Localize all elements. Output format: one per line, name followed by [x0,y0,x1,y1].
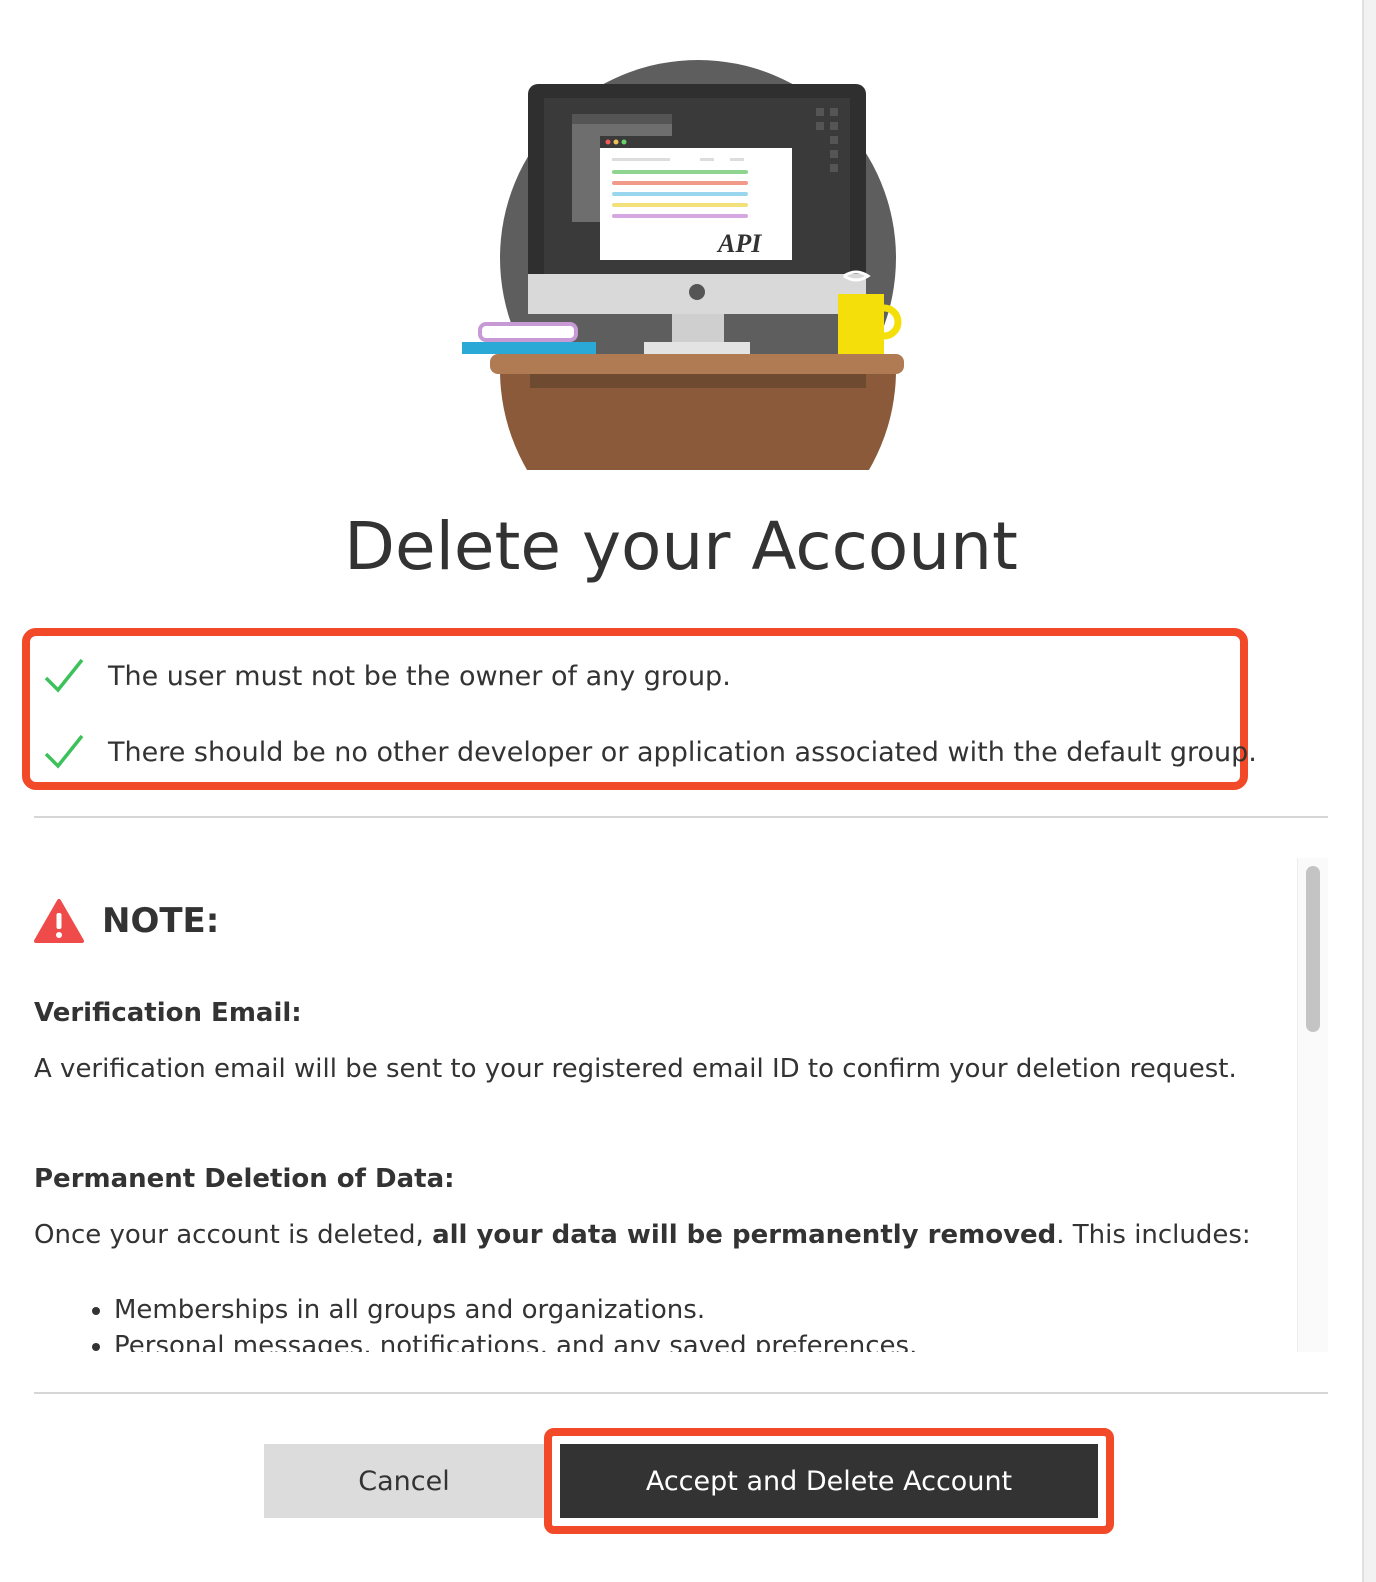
deletion-text-start: Once your account is deleted, [34,1220,433,1250]
page-title: Delete your Account [344,508,1018,585]
divider [34,816,1328,818]
note-label: NOTE: [102,901,220,941]
deletion-text-end: . This includes: [1056,1220,1251,1250]
api-label: API [716,229,762,258]
requirement-item: The user must not be the owner of any gr… [42,656,731,696]
scrollbar[interactable] [1297,858,1328,1352]
delete-account-dialog: API Delete your Account The user must no… [0,0,1364,1582]
accept-delete-account-button[interactable]: Accept and Delete Account [560,1444,1098,1518]
list-item: Personal messages, notifications, and an… [114,1328,917,1352]
permanent-deletion-text: Once your account is deleted, all your d… [34,1220,1251,1250]
requirements-highlight-box: The user must not be the owner of any gr… [22,628,1257,790]
permanent-deletion-title: Permanent Deletion of Data: [34,1164,455,1194]
verification-email-text: A verification email will be sent to you… [34,1054,1237,1084]
list-item: Memberships in all groups and organizati… [114,1292,917,1328]
deletion-bullet-list: Memberships in all groups and organizati… [34,1292,917,1352]
scrollbar-thumb[interactable] [1306,866,1320,1032]
requirement-text: There should be no other developer or ap… [108,736,1257,768]
api-desk-illustration-icon: API [462,60,904,470]
warning-icon [34,899,84,943]
verification-email-title: Verification Email: [34,998,302,1028]
deletion-text-emphasis: all your data will be permanently remove… [432,1220,1057,1250]
requirement-text: The user must not be the owner of any gr… [108,660,731,692]
cancel-button[interactable]: Cancel [264,1444,544,1518]
note-scroll-area[interactable]: NOTE: Verification Email: A verification… [34,858,1328,1352]
note-header: NOTE: [34,898,219,944]
requirement-item: There should be no other developer or ap… [42,732,1257,772]
divider [34,1392,1328,1394]
check-icon [44,734,84,769]
check-icon [44,658,84,693]
